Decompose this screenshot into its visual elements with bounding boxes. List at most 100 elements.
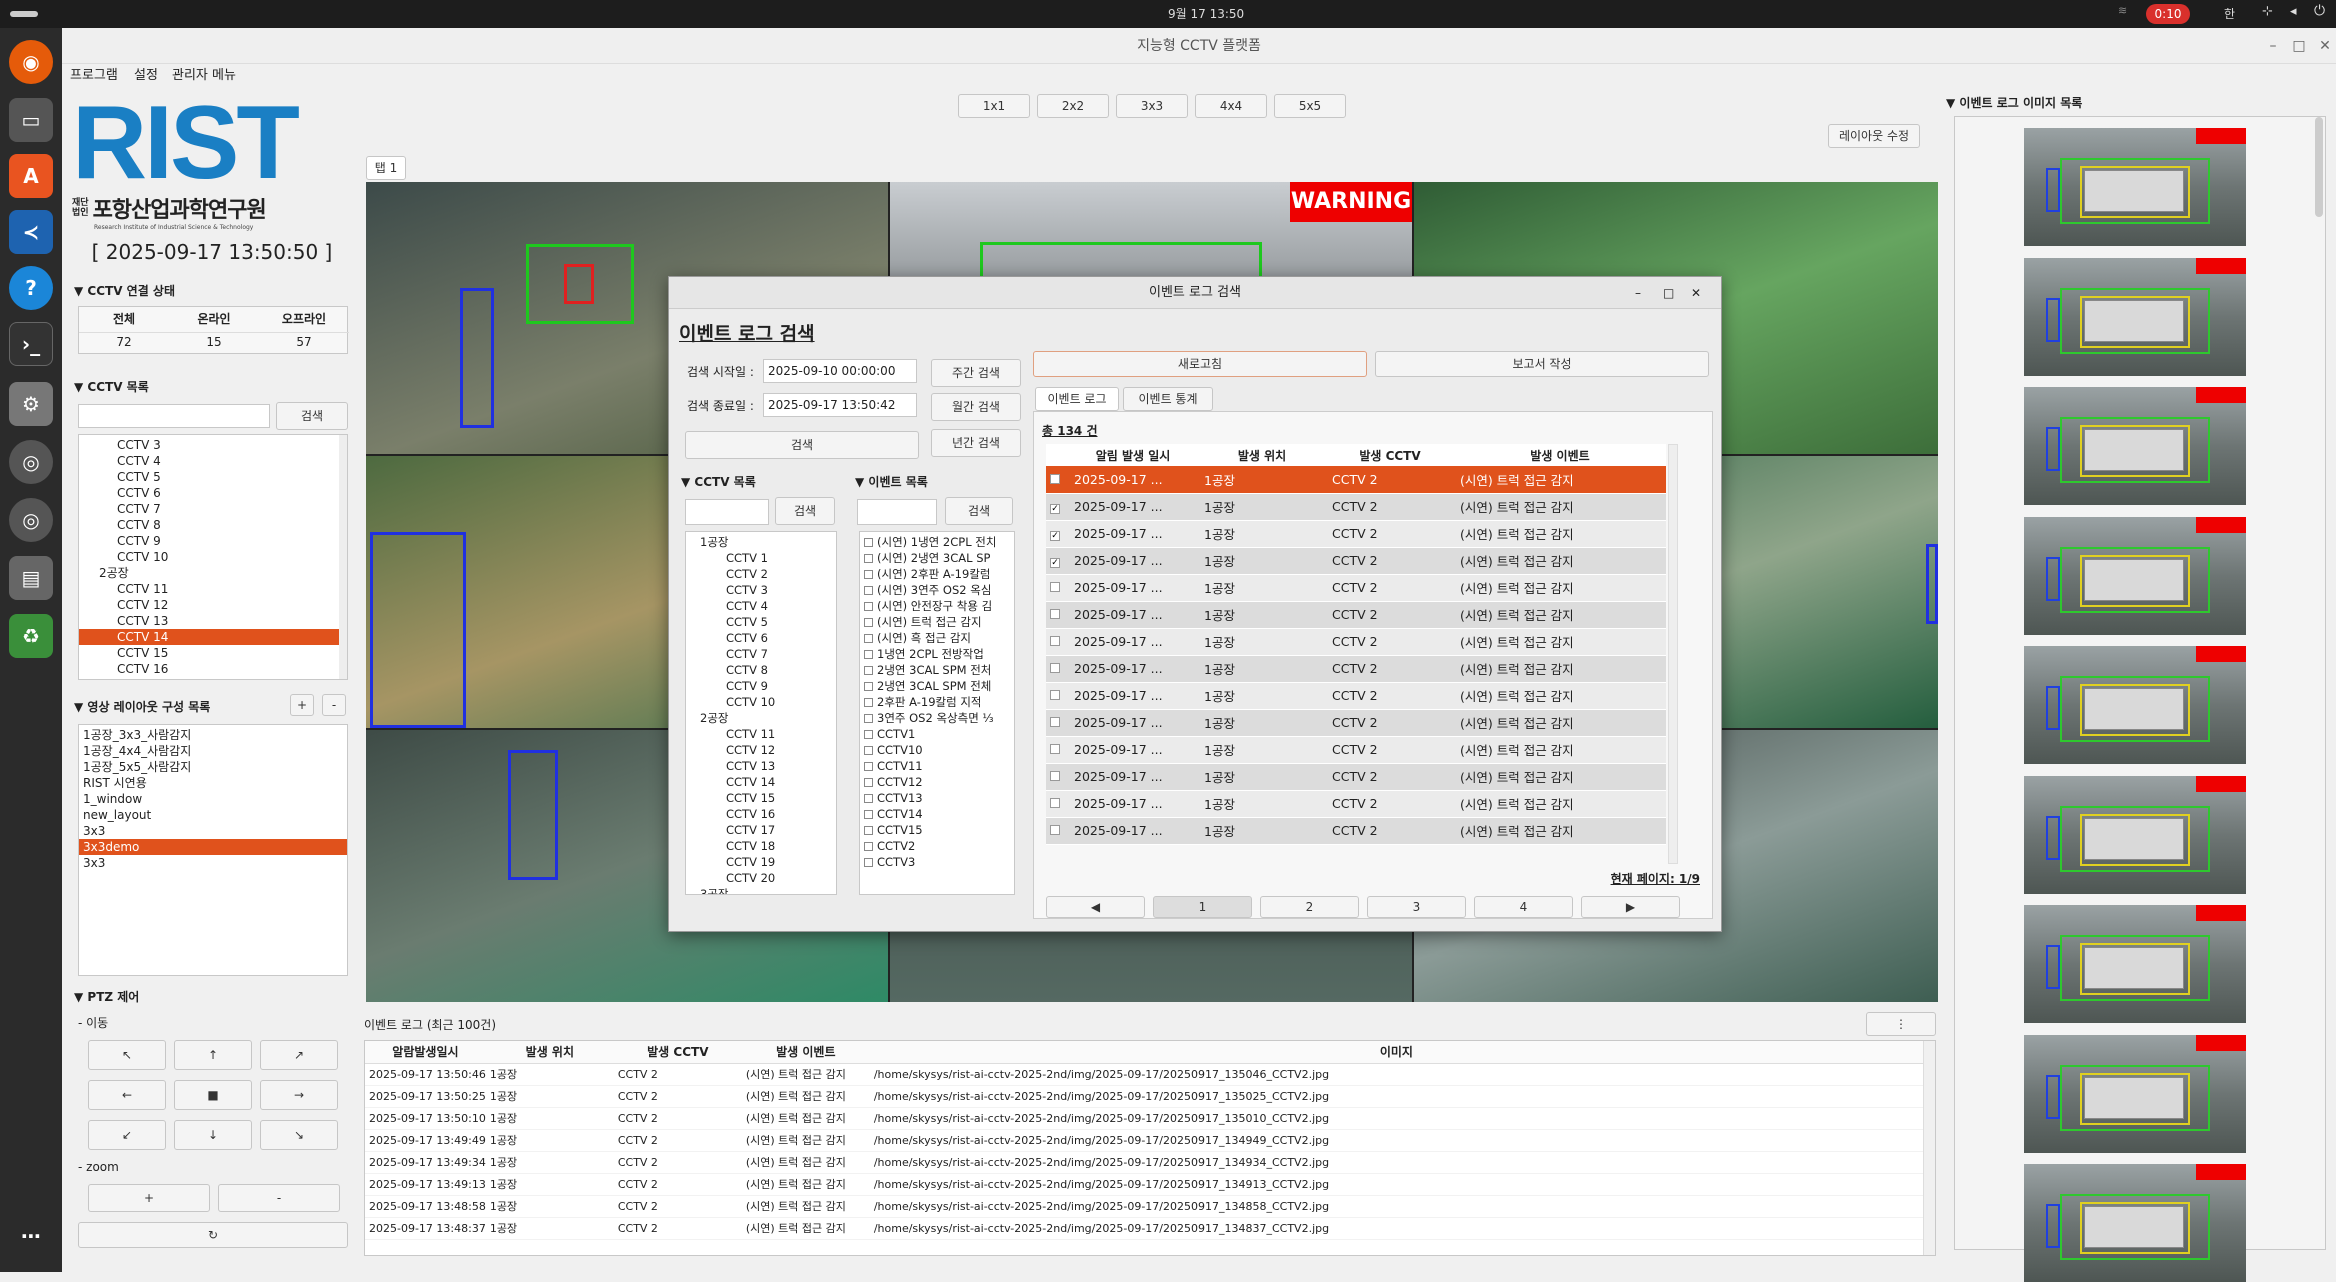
- row-checkbox[interactable]: [1046, 790, 1068, 818]
- log-row[interactable]: 2025-09-17 13:49:49 1공장 CCTV 2 (시연) 트럭 접근 감…: [365, 1129, 1923, 1152]
- row-checkbox[interactable]: [1046, 601, 1068, 629]
- image-list-scrollbar[interactable]: [2315, 117, 2323, 217]
- cctv-list-item[interactable]: CCTV 8: [79, 517, 341, 533]
- log-col-event[interactable]: 발생 이벤트: [741, 1041, 870, 1064]
- layout-list-item[interactable]: 3x3demo: [79, 839, 347, 855]
- dialog-cctv-search-input[interactable]: [685, 499, 769, 525]
- write-report-button[interactable]: 보고서 작성: [1375, 351, 1709, 377]
- network-icon[interactable]: ⊹: [2262, 4, 2273, 19]
- eventlog-scrollbar[interactable]: [1923, 1041, 1935, 1255]
- checkbox[interactable]: [1050, 636, 1060, 646]
- terminal-icon[interactable]: ›_: [9, 322, 53, 366]
- event-thumbnail[interactable]: WARNING: [2024, 516, 2246, 635]
- event-table-scrollbar[interactable]: [1668, 444, 1678, 864]
- event-row[interactable]: 2025-09-17 ... 1공장 CCTV 2 (시연) 트럭 접근 감지: [1046, 682, 1666, 710]
- zoom-in-button[interactable]: +: [88, 1184, 210, 1212]
- dialog-event-item[interactable]: CCTV10: [860, 742, 1014, 758]
- disk-icon[interactable]: ◎: [9, 440, 53, 484]
- dialog-close-icon[interactable]: ✕: [1691, 277, 1701, 309]
- ptz-down-button[interactable]: ↓: [174, 1120, 252, 1150]
- ptz-reset-button[interactable]: ↻: [78, 1222, 348, 1248]
- log-col-image[interactable]: 이미지: [869, 1041, 1923, 1064]
- checkbox[interactable]: [864, 730, 873, 739]
- checkbox[interactable]: [864, 618, 873, 627]
- row-checkbox[interactable]: [1046, 736, 1068, 764]
- col-header-location[interactable]: 발생 위치: [1198, 444, 1326, 466]
- edit-layout-button[interactable]: 레이아웃 수정: [1828, 124, 1920, 148]
- checkbox[interactable]: [864, 810, 873, 819]
- log-col-datetime[interactable]: 알람발생일시: [365, 1041, 486, 1064]
- dialog-event-item[interactable]: (시연) 1냉연 2CPL 전치: [860, 534, 1014, 550]
- os-clock[interactable]: 9월 17 13:50: [1168, 5, 1244, 22]
- next-page-button[interactable]: ▶: [1581, 896, 1680, 918]
- ptz-stop-button[interactable]: ■: [174, 1080, 252, 1110]
- dialog-event-item[interactable]: (시연) 2후판 A-19칼럼: [860, 566, 1014, 582]
- dialog-tree-item[interactable]: CCTV 7: [686, 646, 836, 662]
- layout-list-item[interactable]: 1공장_4x4_사람감지: [79, 743, 347, 759]
- checkbox[interactable]: [1050, 771, 1060, 781]
- cctv-search-button[interactable]: 검색: [276, 402, 348, 430]
- checkbox[interactable]: [1050, 717, 1060, 727]
- eventlog-more-button[interactable]: ⋮: [1866, 1012, 1936, 1036]
- cctv-list-item[interactable]: CCTV 9: [79, 533, 341, 549]
- dialog-maximize-icon[interactable]: □: [1663, 277, 1674, 309]
- dialog-event-item[interactable]: (시연) 트럭 접근 감지: [860, 614, 1014, 630]
- ptz-left-button[interactable]: ←: [88, 1080, 166, 1110]
- event-thumbnail[interactable]: WARNING: [2024, 905, 2246, 1023]
- checkbox[interactable]: [1050, 744, 1060, 754]
- checkbox[interactable]: [864, 602, 873, 611]
- remove-layout-button[interactable]: -: [322, 694, 346, 716]
- tab-event-stats[interactable]: 이벤트 통계: [1123, 387, 1213, 411]
- dialog-event-search-button[interactable]: 검색: [945, 497, 1013, 525]
- row-checkbox[interactable]: ✓: [1046, 520, 1068, 548]
- cctv-list-item[interactable]: CCTV 15: [79, 645, 341, 661]
- checkbox[interactable]: [864, 570, 873, 579]
- log-row[interactable]: 2025-09-17 13:49:13 1공장 CCTV 2 (시연) 트럭 접근 감…: [365, 1173, 1923, 1196]
- event-thumbnail[interactable]: WARNING: [2024, 387, 2246, 505]
- layout-list-item[interactable]: 1_window: [79, 791, 347, 807]
- dialog-event-item[interactable]: 1냉연 2CPL 전방작업: [860, 646, 1014, 662]
- ptz-down-right-button[interactable]: ↘: [260, 1120, 338, 1150]
- dialog-event-item[interactable]: CCTV12: [860, 774, 1014, 790]
- row-checkbox[interactable]: [1046, 628, 1068, 656]
- dialog-event-item[interactable]: 2후판 A-19칼럼 지적: [860, 694, 1014, 710]
- dialog-search-button[interactable]: 검색: [685, 431, 919, 459]
- cctv-group[interactable]: 2공장: [79, 565, 341, 581]
- dialog-tree-item[interactable]: CCTV 18: [686, 838, 836, 854]
- layout-list-item[interactable]: new_layout: [79, 807, 347, 823]
- page-button[interactable]: 1: [1153, 896, 1252, 918]
- cctv-list-item[interactable]: CCTV 5: [79, 469, 341, 485]
- event-row[interactable]: 2025-09-17 ... 1공장 CCTV 2 (시연) 트럭 접근 감지: [1046, 790, 1666, 818]
- checkbox[interactable]: [864, 698, 873, 707]
- record-indicator[interactable]: 0:10: [2146, 4, 2190, 24]
- event-row[interactable]: 2025-09-17 ... 1공장 CCTV 2 (시연) 트럭 접근 감지: [1046, 736, 1666, 764]
- dialog-event-item[interactable]: 3연주 OS2 옥상측면 ⅓: [860, 710, 1014, 726]
- checkbox[interactable]: [1050, 473, 1060, 484]
- dialog-tree-group[interactable]: 3공장: [686, 886, 836, 894]
- dialog-tree-item[interactable]: CCTV 15: [686, 790, 836, 806]
- event-row[interactable]: ✓ 2025-09-17 ... 1공장 CCTV 2 (시연) 트럭 접근 감지: [1046, 547, 1666, 575]
- dialog-event-search-input[interactable]: [857, 499, 937, 525]
- dialog-event-item[interactable]: 2냉연 3CAL SPM 전처: [860, 662, 1014, 678]
- dialog-tree-item[interactable]: CCTV 4: [686, 598, 836, 614]
- dialog-event-item[interactable]: CCTV11: [860, 758, 1014, 774]
- disk-icon-2[interactable]: ◎: [9, 498, 53, 542]
- dialog-event-item[interactable]: 2냉연 3CAL SPM 전체: [860, 678, 1014, 694]
- prev-page-button[interactable]: ◀: [1046, 896, 1145, 918]
- layout-list-item[interactable]: RIST 시연용: [79, 775, 347, 791]
- row-checkbox[interactable]: [1046, 817, 1068, 845]
- page-button[interactable]: 3: [1367, 896, 1466, 918]
- layout-list-item[interactable]: 1공장_3x3_사람감지: [79, 727, 347, 743]
- ptz-down-left-button[interactable]: ↙: [88, 1120, 166, 1150]
- cctv-list-item[interactable]: CCTV 4: [79, 453, 341, 469]
- cctv-search-input[interactable]: [78, 404, 270, 428]
- dialog-event-item[interactable]: (시연) 3연주 OS2 옥심: [860, 582, 1014, 598]
- ptz-up-right-button[interactable]: ↗: [260, 1040, 338, 1070]
- log-col-cctv[interactable]: 발생 CCTV: [613, 1041, 742, 1064]
- power-icon[interactable]: ⏻: [2314, 3, 2325, 19]
- dialog-tree-item[interactable]: CCTV 10: [686, 694, 836, 710]
- row-checkbox[interactable]: [1046, 709, 1068, 737]
- dialog-tree-item[interactable]: CCTV 12: [686, 742, 836, 758]
- log-row[interactable]: 2025-09-17 13:48:37 1공장 CCTV 2 (시연) 트럭 접근 감…: [365, 1217, 1923, 1240]
- checkbox[interactable]: [864, 714, 873, 723]
